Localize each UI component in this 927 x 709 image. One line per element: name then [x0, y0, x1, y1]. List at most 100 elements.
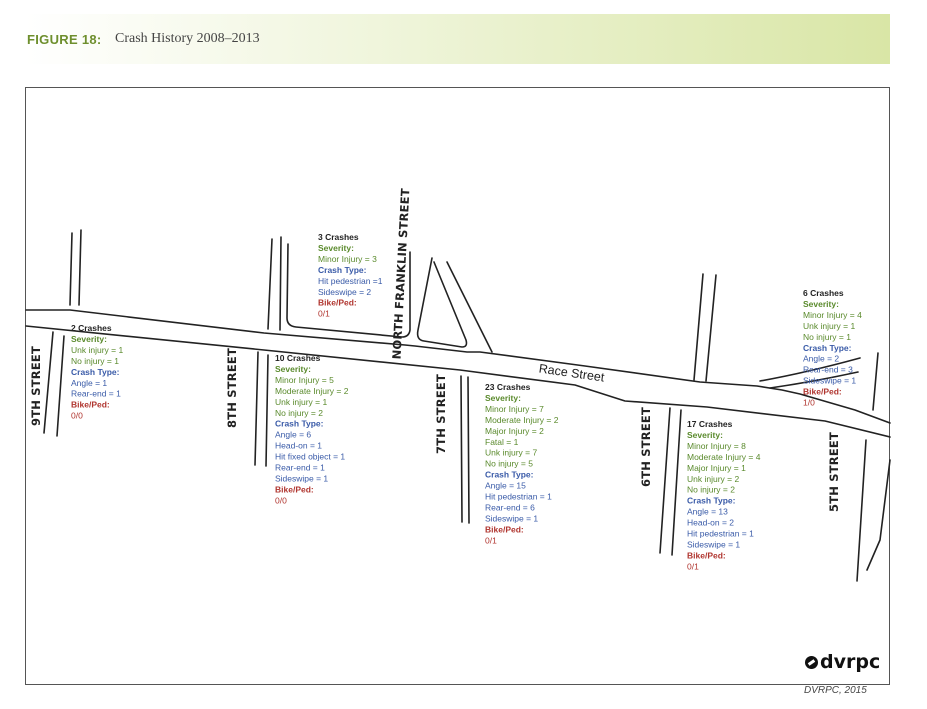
severity-item: Minor Injury = 3: [318, 254, 377, 264]
severity-item: Unk injury = 1: [71, 345, 123, 355]
severity-item: Moderate Injury = 4: [687, 452, 761, 462]
eighth-street-edge: [265, 354, 269, 467]
ninth-street-edge: [56, 335, 65, 437]
bike-ped-value: 0/1: [485, 535, 497, 545]
crash-group-eighth-seventh: 10 CrashesSeverity:Minor Injury = 5Moder…: [275, 353, 349, 505]
race-street-north-edge: [25, 309, 891, 424]
crash-type-item: Rear-end = 3: [803, 365, 853, 375]
severity-item: Minor Injury = 7: [485, 404, 544, 414]
eighth-street-edge: [279, 236, 282, 331]
crash-group-seventh-sixth: 23 CrashesSeverity:Minor Injury = 7Moder…: [485, 382, 559, 545]
severity-heading: Severity:: [485, 393, 521, 403]
franklin-street-east-edge: [416, 257, 468, 348]
bike-ped-heading: Bike/Ped:: [687, 550, 726, 560]
crash-type-item: Sideswipe = 1: [485, 513, 538, 523]
source-note: DVRPC, 2015: [804, 685, 867, 696]
crash-type-heading: Crash Type:: [71, 367, 120, 377]
severity-item: Moderate Injury = 2: [275, 386, 349, 396]
sixth-street-edge: [659, 407, 671, 554]
severity-item: Unk injury = 7: [485, 448, 537, 458]
severity-item: Moderate Injury = 2: [485, 415, 559, 425]
crash-type-item: Angle = 15: [485, 481, 526, 491]
street-map: 9TH STREET 8TH STREET 7TH STREET 6TH STR…: [25, 188, 891, 582]
bike-ped-value: 0/1: [687, 561, 699, 571]
crash-type-heading: Crash Type:: [687, 496, 736, 506]
crash-type-item: Sideswipe = 1: [803, 376, 856, 386]
ninth-street-label: 9TH STREET: [29, 346, 43, 426]
crash-type-item: Hit pedestrian = 1: [687, 529, 754, 539]
crash-type-item: Head-on = 1: [275, 441, 322, 451]
crash-type-item: Rear-end = 1: [275, 463, 325, 473]
ninth-street-edge: [78, 229, 82, 306]
bike-ped-heading: Bike/Ped:: [485, 524, 524, 534]
bike-ped-heading: Bike/Ped:: [71, 400, 110, 410]
fifth-street-label: 5TH STREET: [827, 432, 841, 512]
crash-group-sixth-fifth: 17 CrashesSeverity:Minor Injury = 8Moder…: [687, 419, 761, 571]
severity-heading: Severity:: [687, 430, 723, 440]
severity-heading: Severity:: [71, 334, 107, 344]
crash-type-item: Angle = 2: [803, 354, 839, 364]
sixth-street-edge: [693, 273, 704, 381]
crash-annotations: 2 CrashesSeverity:Unk injury = 1No injur…: [71, 232, 862, 571]
severity-heading: Severity:: [318, 243, 354, 253]
crash-count: 17 Crashes: [687, 419, 733, 429]
bike-ped-value: 0/0: [71, 411, 83, 421]
crash-group-ninth-eighth: 2 CrashesSeverity:Unk injury = 1No injur…: [71, 323, 123, 421]
crash-type-heading: Crash Type:: [275, 419, 324, 429]
severity-item: Minor Injury = 8: [687, 441, 746, 451]
logo-text: dvrpc: [820, 651, 881, 673]
bike-ped-heading: Bike/Ped:: [803, 387, 842, 397]
crash-type-heading: Crash Type:: [318, 265, 367, 275]
severity-heading: Severity:: [803, 299, 839, 309]
crash-type-item: Angle = 1: [71, 378, 107, 388]
severity-item: No injury = 2: [275, 408, 323, 418]
fifth-street-edge: [866, 459, 891, 571]
crash-type-item: Angle = 6: [275, 430, 311, 440]
bike-ped-value: 1/0: [803, 398, 815, 408]
bike-ped-heading: Bike/Ped:: [275, 484, 314, 494]
ninth-street-edge: [69, 232, 73, 306]
crash-type-item: Hit pedestrian = 1: [485, 492, 552, 502]
eighth-street-edge: [254, 351, 259, 466]
crash-type-item: Sideswipe = 1: [687, 539, 740, 549]
severity-item: Minor Injury = 4: [803, 310, 862, 320]
seventh-street-edge: [460, 375, 463, 523]
bike-ped-value: 0/0: [275, 495, 287, 505]
crash-type-heading: Crash Type:: [485, 470, 534, 480]
crash-group-franklin: 3 CrashesSeverity:Minor Injury = 3Crash …: [318, 232, 383, 319]
crash-type-item: Sideswipe = 2: [318, 287, 371, 297]
crash-type-item: Rear-end = 1: [71, 389, 121, 399]
crash-count: 23 Crashes: [485, 382, 531, 392]
crash-type-item: Angle = 13: [687, 507, 728, 517]
franklin-street-edge: [446, 261, 493, 353]
crash-type-item: Hit pedestrian =1: [318, 276, 383, 286]
severity-item: No injury = 1: [803, 332, 851, 342]
crash-count: 3 Crashes: [318, 232, 359, 242]
crash-type-heading: Crash Type:: [803, 343, 852, 353]
seventh-street-label: 7TH STREET: [434, 374, 448, 454]
seventh-street-edge: [467, 376, 470, 524]
severity-item: No injury = 1: [71, 356, 119, 366]
crash-count: 10 Crashes: [275, 353, 321, 363]
crash-type-item: Head-on = 2: [687, 518, 734, 528]
severity-item: Minor Injury = 5: [275, 375, 334, 385]
bike-ped-value: 0/1: [318, 309, 330, 319]
fifth-street-edge: [872, 352, 879, 411]
severity-item: Unk injury = 1: [803, 321, 855, 331]
severity-item: No injury = 2: [687, 485, 735, 495]
crash-type-item: Rear-end = 6: [485, 502, 535, 512]
bike-ped-heading: Bike/Ped:: [318, 298, 357, 308]
sixth-street-label: 6TH STREET: [639, 407, 653, 487]
ninth-street-edge: [43, 331, 54, 434]
crash-count: 6 Crashes: [803, 288, 844, 298]
eighth-street-edge: [267, 238, 273, 330]
crash-count: 2 Crashes: [71, 323, 112, 333]
sixth-street-edge: [705, 274, 717, 382]
severity-heading: Severity:: [275, 364, 311, 374]
fifth-street-edge: [856, 439, 867, 582]
crash-group-fifth-east: 6 CrashesSeverity:Minor Injury = 4Unk in…: [803, 288, 862, 408]
severity-item: No injury = 5: [485, 459, 533, 469]
eighth-street-label: 8TH STREET: [225, 348, 239, 428]
logo-mark-icon: [805, 656, 818, 669]
dvrpc-logo: dvrpc: [805, 651, 880, 673]
